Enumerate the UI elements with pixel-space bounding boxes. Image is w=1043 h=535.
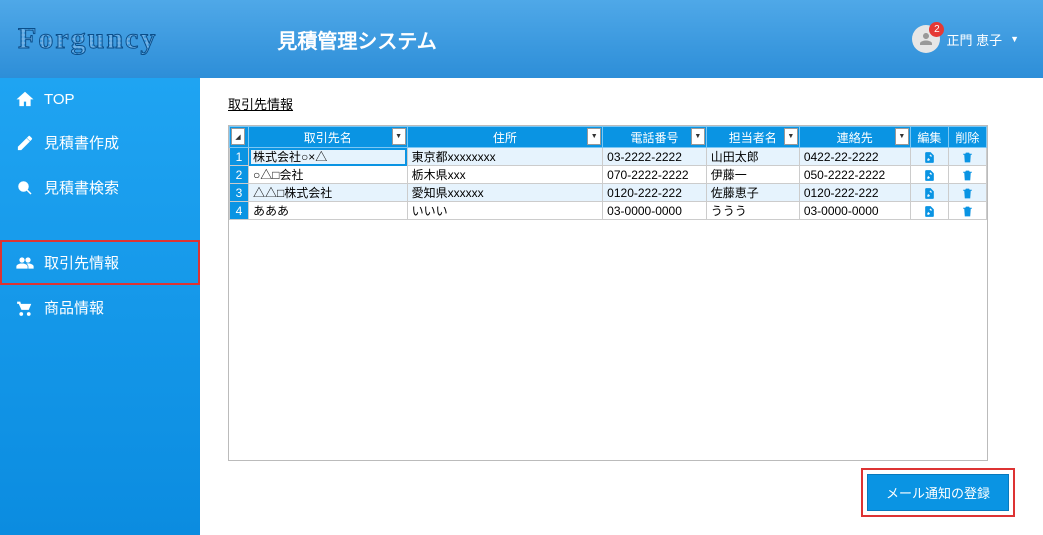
sidebar-item-label: 取引先情報	[44, 252, 119, 273]
register-mail-button[interactable]: メール通知の登録	[867, 474, 1009, 511]
cell-addr[interactable]: いいい	[407, 202, 603, 220]
delete-icon[interactable]	[948, 148, 986, 166]
select-all-dropdown-icon[interactable]: ◢	[231, 128, 245, 145]
cell-contact[interactable]: 0120-222-222	[799, 184, 910, 202]
col-name[interactable]: 取引先名▼	[249, 127, 408, 148]
sidebar-item-label: TOP	[44, 91, 75, 108]
home-icon	[16, 90, 34, 108]
filter-dropdown-icon[interactable]: ▼	[895, 128, 909, 145]
filter-dropdown-icon[interactable]: ▼	[587, 128, 601, 145]
register-button-highlight: メール通知の登録	[861, 468, 1015, 517]
delete-icon[interactable]	[948, 202, 986, 220]
cell-name[interactable]: △△□株式会社	[249, 184, 408, 202]
pencil-icon	[16, 134, 34, 152]
main-content: 取引先情報 ◢ 取引先名▼ 住所▼ 電話番号▼ 担当者名▼ 連絡先▼	[200, 78, 1043, 535]
app-header: Forguncy 見積管理システム 2 正門 恵子 ▼	[0, 0, 1043, 78]
cell-name[interactable]: 株式会社○×△	[249, 148, 408, 166]
app-logo: Forguncy	[18, 22, 157, 56]
edit-icon[interactable]	[910, 166, 948, 184]
sidebar: TOP 見積書作成 見積書検索 取引先情報 商品情報	[0, 78, 200, 535]
cell-person[interactable]: 佐藤恵子	[706, 184, 799, 202]
col-tel[interactable]: 電話番号▼	[603, 127, 707, 148]
table-row[interactable]: 3△△□株式会社愛知県xxxxxx0120-222-222佐藤恵子0120-22…	[230, 184, 987, 202]
cell-name[interactable]: あああ	[249, 202, 408, 220]
sidebar-item-top[interactable]: TOP	[0, 78, 200, 120]
row-number: 4	[230, 202, 249, 220]
row-number: 3	[230, 184, 249, 202]
sidebar-item-products[interactable]: 商品情報	[0, 285, 200, 330]
col-person[interactable]: 担当者名▼	[706, 127, 799, 148]
cell-tel[interactable]: 03-2222-2222	[603, 148, 707, 166]
chevron-down-icon: ▼	[1010, 34, 1019, 44]
table-row[interactable]: 2○△□会社栃木県xxx070-2222-2222伊藤一050-2222-222…	[230, 166, 987, 184]
delete-icon[interactable]	[948, 166, 986, 184]
sidebar-item-create-quote[interactable]: 見積書作成	[0, 120, 200, 165]
filter-dropdown-icon[interactable]: ▼	[691, 128, 705, 145]
col-edit: 編集	[910, 127, 948, 148]
cell-tel[interactable]: 070-2222-2222	[603, 166, 707, 184]
table-row[interactable]: 1株式会社○×△東京都xxxxxxxx03-2222-2222山田太郎0422-…	[230, 148, 987, 166]
sidebar-item-label: 見積書検索	[44, 177, 119, 198]
edit-icon[interactable]	[910, 148, 948, 166]
notification-badge: 2	[929, 22, 944, 37]
edit-icon[interactable]	[910, 184, 948, 202]
cell-tel[interactable]: 0120-222-222	[603, 184, 707, 202]
col-contact[interactable]: 連絡先▼	[799, 127, 910, 148]
grid-corner: ◢	[230, 127, 249, 148]
col-delete: 削除	[948, 127, 986, 148]
delete-icon[interactable]	[948, 184, 986, 202]
cell-contact[interactable]: 03-0000-0000	[799, 202, 910, 220]
cell-person[interactable]: 山田太郎	[706, 148, 799, 166]
page-title: 取引先情報	[228, 94, 1015, 113]
grid-header-row: ◢ 取引先名▼ 住所▼ 電話番号▼ 担当者名▼ 連絡先▼ 編集 削除	[230, 127, 987, 148]
sidebar-item-label: 見積書作成	[44, 132, 119, 153]
sidebar-item-label: 商品情報	[44, 297, 104, 318]
table-row[interactable]: 4あああいいい03-0000-0000ううう03-0000-0000	[230, 202, 987, 220]
search-icon	[16, 179, 34, 197]
cell-person[interactable]: ううう	[706, 202, 799, 220]
users-icon	[16, 254, 34, 272]
cell-addr[interactable]: 愛知県xxxxxx	[407, 184, 603, 202]
cart-icon	[16, 299, 34, 317]
app-title: 見積管理システム	[277, 25, 912, 54]
cell-contact[interactable]: 0422-22-2222	[799, 148, 910, 166]
grid-empty-area	[229, 220, 987, 460]
row-number: 2	[230, 166, 249, 184]
cell-contact[interactable]: 050-2222-2222	[799, 166, 910, 184]
cell-addr[interactable]: 東京都xxxxxxxx	[407, 148, 603, 166]
cell-person[interactable]: 伊藤一	[706, 166, 799, 184]
cell-addr[interactable]: 栃木県xxx	[407, 166, 603, 184]
cell-name[interactable]: ○△□会社	[249, 166, 408, 184]
user-menu[interactable]: 2 正門 恵子 ▼	[912, 25, 1019, 53]
sidebar-item-search-quote[interactable]: 見積書検索	[0, 165, 200, 210]
user-name: 正門 恵子	[946, 30, 1002, 49]
filter-dropdown-icon[interactable]: ▼	[784, 128, 798, 145]
col-addr[interactable]: 住所▼	[407, 127, 603, 148]
edit-icon[interactable]	[910, 202, 948, 220]
filter-dropdown-icon[interactable]: ▼	[392, 128, 406, 145]
row-number: 1	[230, 148, 249, 166]
cell-tel[interactable]: 03-0000-0000	[603, 202, 707, 220]
sidebar-item-customers[interactable]: 取引先情報	[0, 240, 200, 285]
customers-grid: ◢ 取引先名▼ 住所▼ 電話番号▼ 担当者名▼ 連絡先▼ 編集 削除 1株式会社…	[228, 125, 988, 461]
avatar: 2	[912, 25, 940, 53]
